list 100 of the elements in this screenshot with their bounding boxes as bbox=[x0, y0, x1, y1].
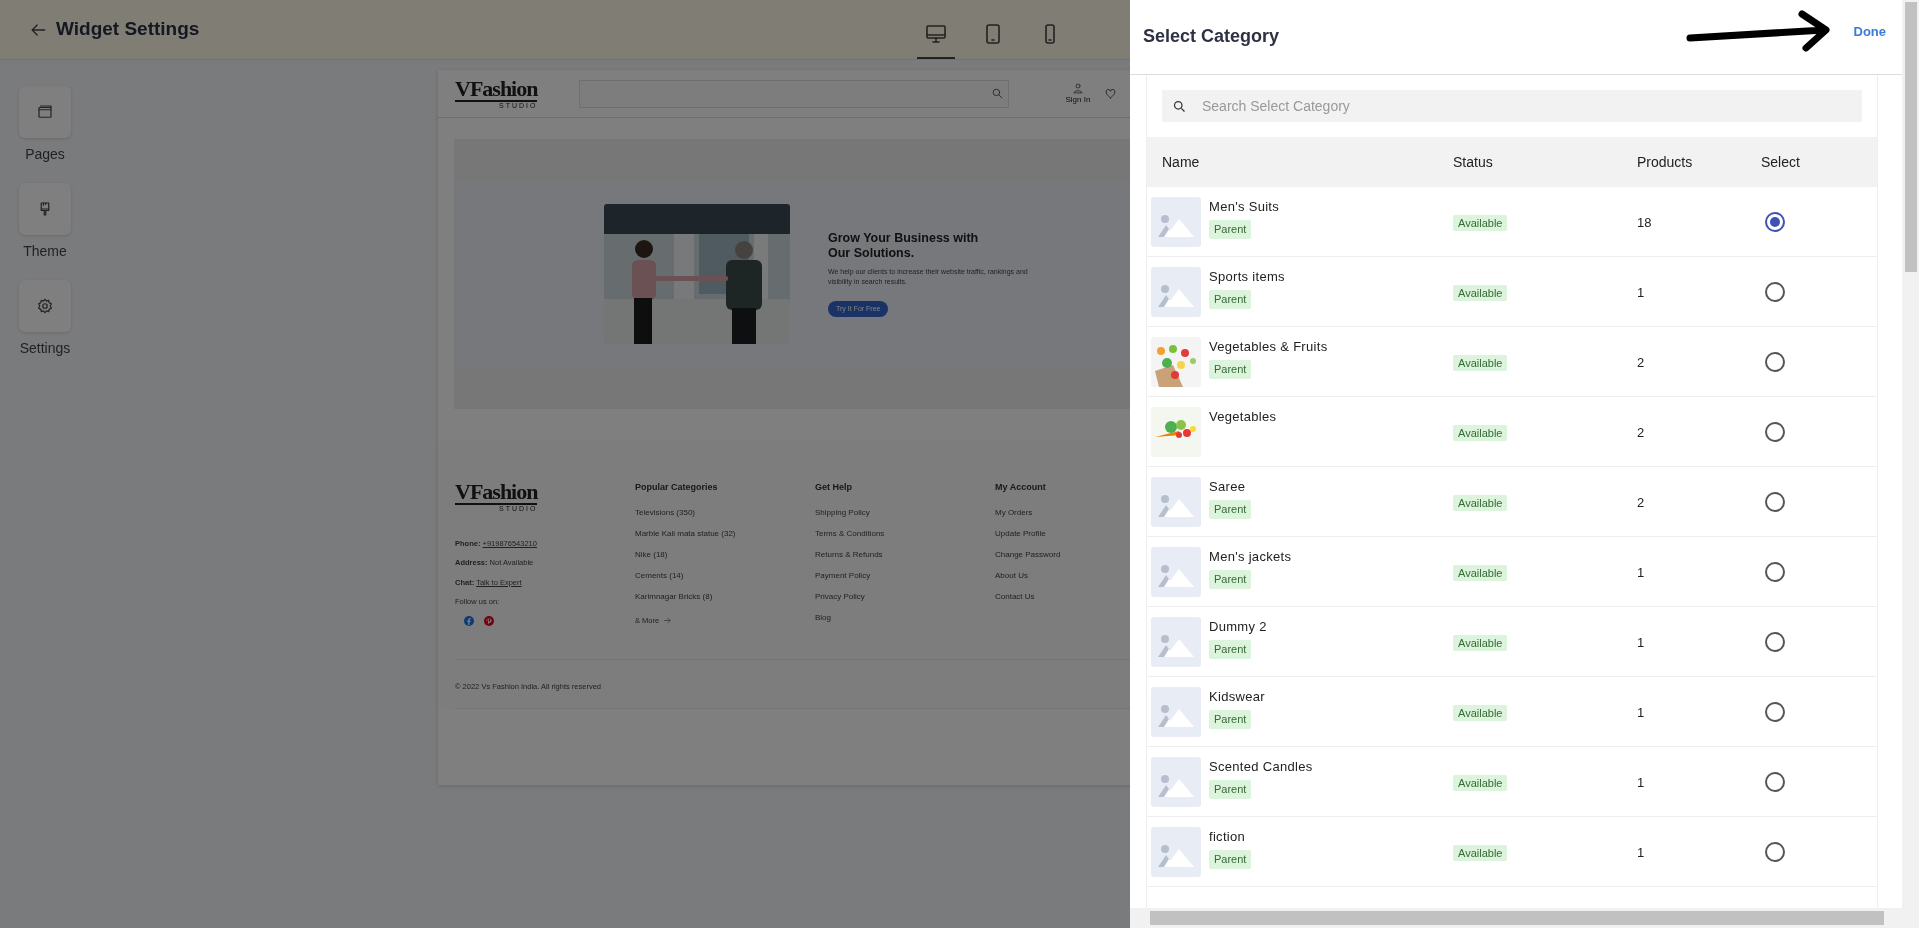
horizontal-scrollbar[interactable] bbox=[1130, 908, 1902, 928]
image-placeholder-icon bbox=[1151, 616, 1201, 667]
status-tag: Available bbox=[1453, 424, 1508, 441]
radio-button[interactable] bbox=[1765, 351, 1785, 372]
product-count: 1 bbox=[1637, 284, 1645, 300]
footer-link[interactable]: Update Profile bbox=[995, 527, 1105, 540]
footer-link[interactable]: Contact Us bbox=[995, 590, 1105, 603]
site-search-field[interactable] bbox=[579, 79, 1010, 108]
category-name: Dummy 2 bbox=[1209, 617, 1267, 636]
search-field[interactable]: Search Select Category bbox=[1162, 90, 1862, 122]
search-icon bbox=[991, 87, 1005, 100]
parent-tag: Parent bbox=[1209, 850, 1252, 869]
column-header: Products bbox=[1637, 152, 1694, 172]
category-name: Vegetables bbox=[1209, 407, 1277, 426]
category-name: Sports items bbox=[1209, 267, 1285, 286]
radio-button[interactable] bbox=[1765, 841, 1785, 862]
status-tag: Available bbox=[1453, 774, 1508, 791]
product-count: 1 bbox=[1637, 704, 1645, 720]
pages-icon bbox=[36, 103, 54, 121]
status-tag: Available bbox=[1453, 494, 1508, 511]
column-header: Name bbox=[1161, 152, 1201, 172]
footer-link[interactable]: Privacy Policy bbox=[815, 590, 995, 603]
done-button[interactable]: Done bbox=[1853, 22, 1886, 42]
footer-link[interactable]: Cements (14) bbox=[635, 569, 815, 582]
status-tag: Available bbox=[1453, 354, 1508, 371]
facebook-icon[interactable] bbox=[463, 615, 475, 627]
status-tag: Available bbox=[1453, 284, 1508, 301]
footer-heading: My Account bbox=[995, 481, 1047, 494]
settings-icon bbox=[36, 297, 54, 315]
image-placeholder-icon bbox=[1151, 546, 1201, 597]
sidebar-button[interactable] bbox=[19, 183, 71, 235]
desktop-icon bbox=[925, 25, 947, 43]
arrow-right-icon bbox=[663, 615, 673, 625]
footer-link[interactable]: About Us bbox=[995, 569, 1105, 582]
panel-title: Select Category bbox=[1143, 26, 1280, 48]
parent-tag: Parent bbox=[1209, 220, 1252, 239]
parent-tag: Parent bbox=[1209, 640, 1252, 659]
category-name: Saree bbox=[1209, 477, 1247, 496]
footer-link[interactable]: My Orders bbox=[995, 506, 1105, 519]
footer-link[interactable]: Televisions (350) bbox=[635, 506, 815, 519]
status-tag: Available bbox=[1453, 634, 1508, 651]
sidebar-button[interactable] bbox=[19, 280, 71, 332]
image-placeholder-icon bbox=[1151, 196, 1201, 247]
footer-link[interactable]: Payment Policy bbox=[815, 569, 995, 582]
radio-button[interactable] bbox=[1765, 631, 1785, 652]
sidebar-button[interactable] bbox=[19, 86, 71, 138]
mobile-icon bbox=[1045, 24, 1055, 44]
footer-logo: VFashion bbox=[455, 481, 538, 505]
user-icon[interactable] bbox=[1071, 81, 1084, 94]
parent-tag: Parent bbox=[1209, 780, 1252, 799]
radio-button[interactable] bbox=[1765, 211, 1785, 232]
status-tag: Available bbox=[1453, 704, 1508, 721]
pinterest-icon[interactable] bbox=[483, 615, 495, 627]
page-title: Widget Settings bbox=[56, 18, 200, 41]
image-placeholder-icon bbox=[1151, 756, 1201, 807]
parent-tag: Parent bbox=[1209, 570, 1252, 589]
heart-icon[interactable] bbox=[1104, 87, 1118, 100]
footer-link[interactable]: Blog bbox=[815, 611, 995, 624]
footer-link[interactable]: Shipping Policy bbox=[815, 506, 995, 519]
radio-button[interactable] bbox=[1765, 281, 1785, 302]
footer-link[interactable]: Change Password bbox=[995, 548, 1105, 561]
category-name: Kidswear bbox=[1209, 687, 1265, 706]
tablet-icon bbox=[986, 24, 1000, 44]
product-count: 18 bbox=[1637, 214, 1652, 230]
category-name: Vegetables & Fruits bbox=[1209, 337, 1328, 356]
radio-button[interactable] bbox=[1765, 701, 1785, 722]
status-tag: Available bbox=[1453, 214, 1508, 231]
product-count: 1 bbox=[1637, 774, 1645, 790]
footer-link[interactable]: Marble Kali mata statue (32) bbox=[635, 527, 815, 540]
product-count: 1 bbox=[1637, 564, 1645, 580]
footer-link[interactable]: Terms & Conditions bbox=[815, 527, 995, 540]
column-header: Status bbox=[1453, 152, 1494, 172]
image-placeholder-icon bbox=[1151, 826, 1201, 877]
status-tag: Available bbox=[1453, 564, 1508, 581]
radio-button[interactable] bbox=[1765, 561, 1785, 582]
image-placeholder-icon bbox=[1151, 266, 1201, 317]
product-count: 2 bbox=[1637, 354, 1645, 370]
radio-button[interactable] bbox=[1765, 771, 1785, 792]
footer-link[interactable]: Nike (18) bbox=[635, 548, 815, 561]
sidebar-label: Settings bbox=[19, 339, 71, 358]
product-count: 2 bbox=[1637, 424, 1645, 440]
product-count: 1 bbox=[1637, 634, 1645, 650]
category-name: Men's jackets bbox=[1209, 547, 1292, 566]
sign-in-link[interactable]: Sign In bbox=[1065, 93, 1091, 106]
column-header: Select bbox=[1761, 152, 1801, 172]
footer-link[interactable]: Karimnagar Bricks (8) bbox=[635, 590, 815, 603]
image-placeholder-icon bbox=[1151, 686, 1201, 737]
product-count: 2 bbox=[1637, 494, 1645, 510]
footer-link[interactable]: Returns & Refunds bbox=[815, 548, 995, 561]
product-count: 1 bbox=[1637, 844, 1645, 860]
category-name: Scented Candles bbox=[1209, 757, 1313, 776]
parent-tag: Parent bbox=[1209, 290, 1252, 309]
vertical-scrollbar[interactable] bbox=[1902, 0, 1919, 928]
image-placeholder-icon bbox=[1151, 476, 1201, 527]
parent-tag: Parent bbox=[1209, 710, 1252, 729]
category-name: fiction bbox=[1209, 827, 1247, 846]
radio-button[interactable] bbox=[1765, 421, 1785, 442]
radio-button[interactable] bbox=[1765, 491, 1785, 512]
parent-tag: Parent bbox=[1209, 360, 1252, 379]
sidebar-label: Theme bbox=[23, 242, 67, 261]
